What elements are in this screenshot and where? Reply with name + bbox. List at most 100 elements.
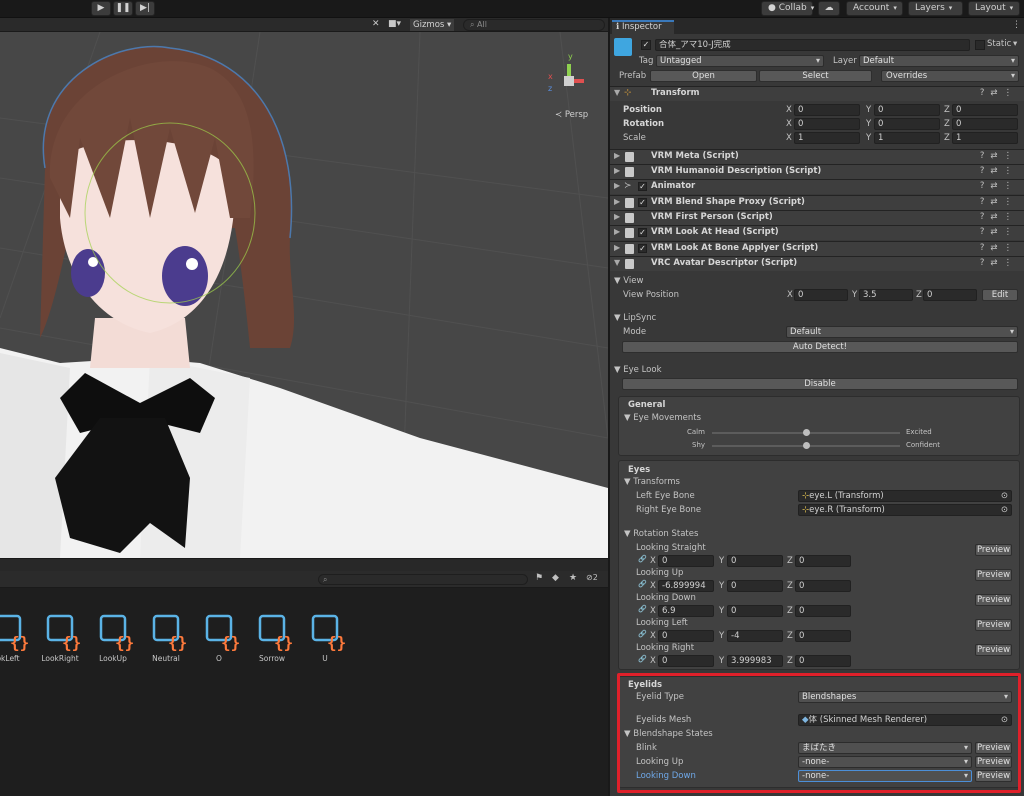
asset-item[interactable]: {} Sorrow xyxy=(244,612,300,663)
prefab-select-button[interactable]: Select xyxy=(759,70,872,82)
collab-button[interactable]: ● Collab ▾ xyxy=(761,1,814,16)
state-y-field[interactable]: 0 xyxy=(727,580,783,592)
state-z-field[interactable]: 0 xyxy=(795,630,851,642)
link-icon[interactable]: 🔗 xyxy=(638,655,647,663)
step-button[interactable]: ▶| xyxy=(135,1,155,16)
link-icon[interactable]: 🔗 xyxy=(638,580,647,588)
rotation-x-field[interactable]: 0 xyxy=(794,118,860,130)
preview-button[interactable]: Preview xyxy=(975,644,1012,656)
calm-excited-slider[interactable] xyxy=(712,429,900,436)
asset-item[interactable]: {} LookUp xyxy=(85,612,141,663)
eyelook-section-header[interactable]: ▼ Eye Look xyxy=(614,365,662,375)
calm-excited-knob[interactable] xyxy=(802,429,810,436)
scale-y-field[interactable]: 1 xyxy=(874,132,940,144)
component-tools[interactable]: ?⇄⋮ xyxy=(980,166,1018,176)
pause-button[interactable]: ❚❚ xyxy=(113,1,133,16)
view-edit-button[interactable]: Edit xyxy=(982,289,1018,301)
component-tools[interactable]: ?⇄⋮ xyxy=(980,181,1018,191)
component-vrm-meta-header[interactable]: ▶ VRM Meta (Script) ?⇄⋮ xyxy=(610,149,1024,164)
component-tools[interactable]: ?⇄⋮ xyxy=(980,151,1018,161)
cloud-button[interactable]: ☁ xyxy=(818,1,840,16)
state-x-field[interactable]: 0 xyxy=(658,630,714,642)
view-x-field[interactable]: 0 xyxy=(794,289,848,301)
state-z-field[interactable]: 0 xyxy=(795,555,851,567)
preview-button[interactable]: Preview xyxy=(975,594,1012,606)
eyelids-mesh-field[interactable]: ◆体 (Skinned Mesh Renderer) ⊙ xyxy=(798,714,1012,726)
state-x-field[interactable]: 6.9 xyxy=(658,605,714,617)
component-blendshape-proxy-header[interactable]: ▶ ✓ VRM Blend Shape Proxy (Script) ?⇄⋮ xyxy=(610,195,1024,210)
state-z-field[interactable]: 0 xyxy=(795,655,851,667)
state-y-field[interactable]: 0 xyxy=(727,605,783,617)
preview-button[interactable]: Preview xyxy=(975,619,1012,631)
component-first-person-header[interactable]: ▶ VRM First Person (Script) ?⇄⋮ xyxy=(610,210,1024,225)
state-y-field[interactable]: 0 xyxy=(727,555,783,567)
view-y-field[interactable]: 3.5 xyxy=(859,289,913,301)
state-x-field[interactable]: 0 xyxy=(658,655,714,667)
component-tools[interactable]: ?⇄⋮ xyxy=(980,243,1018,253)
account-button[interactable]: Account ▾ xyxy=(846,1,903,16)
lipsync-section-header[interactable]: ▼ LipSync xyxy=(614,313,656,323)
asset-item[interactable]: {} U xyxy=(297,612,353,663)
orientation-gizmo[interactable]: y x z xyxy=(546,52,586,106)
hidden-packages-toggle[interactable]: ⊘2 xyxy=(586,573,598,582)
scene-search-input[interactable]: ⌕ All xyxy=(463,19,605,31)
component-tools[interactable]: ?⇄⋮ xyxy=(980,258,1018,268)
state-y-field[interactable]: -4 xyxy=(727,630,783,642)
favorite-star-icon[interactable]: ★ xyxy=(569,573,577,583)
state-x-field[interactable]: -6.899994 xyxy=(658,580,714,592)
component-vrm-humanoid-header[interactable]: ▶ VRM Humanoid Description (Script) ?⇄⋮ xyxy=(610,164,1024,179)
right-eye-bone-field[interactable]: ⊹eye.R (Transform) ⊙ xyxy=(798,504,1012,516)
layout-button[interactable]: Layout ▾ xyxy=(968,1,1020,16)
eyelid-looking-up-dropdown[interactable]: -none- xyxy=(798,756,972,768)
layer-dropdown[interactable]: Default xyxy=(859,55,1019,67)
transforms-header[interactable]: ▼ Transforms xyxy=(624,477,680,487)
lipsync-mode-dropdown[interactable]: Default xyxy=(786,326,1018,338)
looking-down-preview-button[interactable]: Preview xyxy=(975,770,1012,782)
object-picker-icon[interactable]: ⊙ xyxy=(1001,505,1008,515)
position-z-field[interactable]: 0 xyxy=(952,104,1018,116)
component-enabled-checkbox[interactable]: ✓ xyxy=(638,244,647,253)
scene-view[interactable]: y x z ≺ Persp xyxy=(0,18,608,558)
link-icon[interactable]: 🔗 xyxy=(638,605,647,613)
camera-icon[interactable]: ■▾ xyxy=(388,19,401,29)
shy-confident-slider[interactable] xyxy=(712,442,900,449)
shy-confident-knob[interactable] xyxy=(802,442,810,449)
component-enabled-checkbox[interactable]: ✓ xyxy=(638,228,647,237)
prefab-open-button[interactable]: Open xyxy=(650,70,757,82)
eyelid-looking-down-dropdown[interactable]: -none- xyxy=(798,770,972,782)
position-y-field[interactable]: 0 xyxy=(874,104,940,116)
blink-preview-button[interactable]: Preview xyxy=(975,742,1012,754)
panel-menu-icon[interactable]: ⋮ xyxy=(1012,20,1021,30)
position-x-field[interactable]: 0 xyxy=(794,104,860,116)
rotation-y-field[interactable]: 0 xyxy=(874,118,940,130)
state-x-field[interactable]: 0 xyxy=(658,555,714,567)
scale-z-field[interactable]: 1 xyxy=(952,132,1018,144)
filter-type-icon[interactable]: ⚑ xyxy=(535,573,543,583)
state-z-field[interactable]: 0 xyxy=(795,580,851,592)
gizmos-dropdown[interactable]: Gizmos ▾ xyxy=(410,19,455,31)
tools-icon[interactable]: ✕ xyxy=(372,19,380,29)
rotation-states-header[interactable]: ▼ Rotation States xyxy=(624,529,698,539)
blendshape-states-header[interactable]: ▼ Blendshape States xyxy=(624,729,713,739)
auto-detect-button[interactable]: Auto Detect! xyxy=(622,341,1018,353)
rotation-z-field[interactable]: 0 xyxy=(952,118,1018,130)
component-look-at-head-header[interactable]: ▶ ✓ VRM Look At Head (Script) ?⇄⋮ xyxy=(610,225,1024,240)
component-animator-header[interactable]: ▶ ≻ ✓ Animator ?⇄⋮ xyxy=(610,179,1024,194)
link-icon[interactable]: 🔗 xyxy=(638,630,647,638)
active-checkbox[interactable]: ✓ xyxy=(641,40,651,50)
tab-inspector[interactable]: ℹ Inspector xyxy=(612,20,674,34)
component-tools[interactable]: ?⇄⋮ xyxy=(980,227,1018,237)
static-dropdown-icon[interactable]: ▾ xyxy=(1013,39,1017,49)
asset-item[interactable]: {} O xyxy=(191,612,247,663)
state-z-field[interactable]: 0 xyxy=(795,605,851,617)
component-enabled-checkbox[interactable]: ✓ xyxy=(638,198,647,207)
projection-label[interactable]: ≺ Persp xyxy=(555,110,588,120)
component-bone-applyer-header[interactable]: ▶ ✓ VRM Look At Bone Applyer (Script) ?⇄⋮ xyxy=(610,241,1024,256)
eye-movements-header[interactable]: ▼ Eye Movements xyxy=(624,413,701,423)
state-y-field[interactable]: 3.999983 xyxy=(727,655,783,667)
eyelid-type-dropdown[interactable]: Blendshapes xyxy=(798,691,1012,703)
left-eye-bone-field[interactable]: ⊹eye.L (Transform) ⊙ xyxy=(798,490,1012,502)
object-picker-icon[interactable]: ⊙ xyxy=(1001,491,1008,501)
static-checkbox[interactable] xyxy=(975,40,985,50)
looking-up-preview-button[interactable]: Preview xyxy=(975,756,1012,768)
